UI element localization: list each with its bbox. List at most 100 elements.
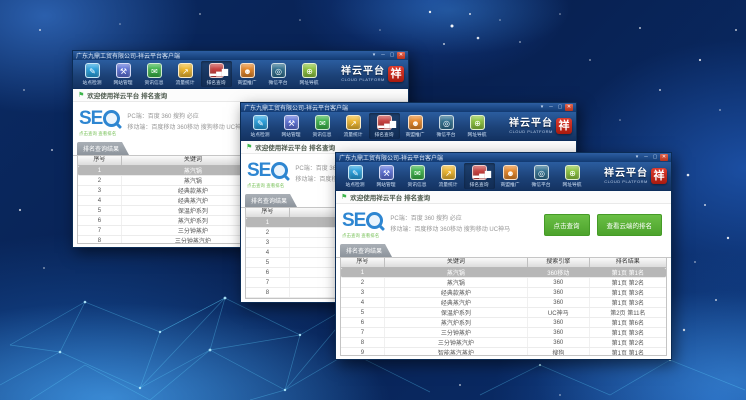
tab-rank-results[interactable]: 排名查询结果 [245,194,297,207]
seo-tagline: 点击查询 查看排名 [247,183,288,189]
brand-seal-icon: 祥 [556,118,572,134]
toolbar-button-label: 资讯信息 [313,131,332,138]
toolbar-button-label: 流量统计 [344,131,363,138]
table-row[interactable]: 7三分钟蒸炉360第1页 第3名 [341,328,666,338]
window-titlebar[interactable]: 广东九鼎工贸有限公司-祥云平台客户端 ▾ ─ ▢ ✕ [73,51,408,60]
toolbar-button[interactable]: ↗ 流量统计 [170,61,201,87]
toolbar-button[interactable]: ✉ 资讯信息 [139,61,170,87]
pc-engines-line: PC端：百度 360 搜狗 必应 [390,214,510,225]
toolbar-button[interactable]: ✎ 站点检测 [77,61,108,87]
minimize-button[interactable]: ─ [642,154,650,161]
wechat-platform-icon: ◎ [271,63,286,78]
result-cell: 第1页 第2名 [590,338,666,347]
tab-rank-results[interactable]: 排名查询结果 [340,244,392,257]
window-titlebar[interactable]: 广东九鼎工贸有限公司-祥云平台客户端 ▾ ─ ▢ ✕ [336,153,671,162]
toolbar-button-label: 网站管理 [282,131,301,138]
toolbar-button-label: 网址导航 [300,79,319,86]
brand-subtitle: CLOUD PLATFORM [341,77,385,82]
pin-button[interactable]: ▾ [538,104,546,111]
result-cell: 第1页 第3名 [590,328,666,337]
tab-rank-results[interactable]: 排名查询结果 [77,142,129,155]
query-button[interactable]: 点击查询 [544,214,590,236]
news-info-icon: ✉ [410,165,425,180]
maximize-button[interactable]: ▢ [388,52,396,59]
row-number-cell: 3 [341,288,385,297]
toolbar-button[interactable]: ✉ 资讯信息 [307,113,338,139]
toolbar-button[interactable]: ◎ 微信平台 [263,61,294,87]
row-number-cell: 3 [246,238,290,247]
toolbar-items: ✎ 站点检测 ⚒ 网站管理 ✉ 资讯信息 ↗ 流量统计 ▂▄▆ 排名查询 ☻ 商… [340,163,588,189]
toolbar-button[interactable]: ⚒ 网站管理 [276,113,307,139]
cloud-rank-button[interactable]: 查看云端的排名 [597,214,663,236]
maximize-button[interactable]: ▢ [651,154,659,161]
close-button[interactable]: ✕ [660,154,668,161]
table-row[interactable]: 6蒸汽炉系列360第1页 第6名 [341,318,666,328]
column-header: 搜索引擎 [528,258,590,267]
promotion-icon: ☻ [408,115,423,130]
toolbar-button[interactable]: ✎ 站点检测 [245,113,276,139]
window-controls: ▾ ─ ▢ ✕ [369,52,405,59]
engine-cell: 360 [528,328,590,337]
traffic-stats-icon: ↗ [346,115,361,130]
close-button[interactable]: ✕ [397,52,405,59]
toolbar-button[interactable]: ✎ 站点检测 [340,163,371,189]
engine-cell: 360移动 [528,268,590,277]
table-row[interactable]: 2蒸汽锅360第1页 第2名 [341,278,666,288]
engine-list: PC端：百度 360 搜狗 必应 移动端：百度移动 360移动 搜狗移动 UC神… [127,112,247,134]
table-row[interactable]: 3经典款蒸炉360第1页 第3名 [341,288,666,298]
toolbar-button[interactable]: ⊕ 网址导航 [557,163,588,189]
site-check-icon: ✎ [85,63,100,78]
rank-query-icon: ▂▄▆ [377,115,392,130]
toolbar-button[interactable]: ☻ 商盟推广 [232,61,263,87]
toolbar-button[interactable]: ☻ 商盟推广 [495,163,526,189]
url-nav-icon: ⊕ [565,165,580,180]
table-row[interactable]: 4经典蒸汽炉360第1页 第3名 [341,298,666,308]
pin-button[interactable]: ▾ [370,52,378,59]
window-titlebar[interactable]: 广东九鼎工贸有限公司-祥云平台客户端 ▾ ─ ▢ ✕ [241,103,576,112]
toolbar-button[interactable]: ⊕ 网址导航 [462,113,493,139]
toolbar-button-label: 站点检测 [251,131,270,138]
pin-button[interactable]: ▾ [633,154,641,161]
toolbar-button[interactable]: ◎ 微信平台 [431,113,462,139]
toolbar-button[interactable]: ▂▄▆ 排名查询 [464,163,495,189]
engine-cell: UC神马 [528,308,590,317]
toolbar-button-label: 网站管理 [114,79,133,86]
keyword-cell: 蒸汽锅 [385,278,528,287]
result-cell: 第1页 第3名 [590,298,666,307]
toolbar-button-label: 站点检测 [346,181,365,188]
minimize-button[interactable]: ─ [379,52,387,59]
maximize-button[interactable]: ▢ [556,104,564,111]
magnifier-icon [103,110,120,127]
toolbar-button[interactable]: ▂▄▆ 排名查询 [369,113,400,139]
toolbar-button[interactable]: ⊕ 网址导航 [294,61,325,87]
promotion-icon: ☻ [240,63,255,78]
magnifier-icon [271,162,288,179]
main-toolbar: ✎ 站点检测 ⚒ 网站管理 ✉ 资讯信息 ↗ 流量统计 ▂▄▆ 排名查询 ☻ 商… [73,60,408,88]
row-number-cell: 2 [246,228,290,237]
seo-logo: SE 点击查询 查看排名 [247,162,288,189]
table-row[interactable]: 1蒸汽锅360移动第1页 第1名 [341,268,666,278]
promotion-icon: ☻ [503,165,518,180]
seo-logo: SE 点击查询 查看排名 [342,212,383,239]
toolbar-button[interactable]: ↗ 流量统计 [338,113,369,139]
toolbar-button[interactable]: ✉ 资讯信息 [402,163,433,189]
toolbar-button[interactable]: ◎ 微信平台 [526,163,557,189]
toolbar-button-label: 商盟推广 [238,79,257,86]
table-row[interactable]: 8三分钟蒸汽炉360第1页 第2名 [341,338,666,348]
minimize-button[interactable]: ─ [547,104,555,111]
toolbar-button[interactable]: ⚒ 网站管理 [371,163,402,189]
table-row[interactable]: 9智能蒸汽蒸炉搜狗第1页 第1名 [341,348,666,356]
window-title: 广东九鼎工贸有限公司-祥云平台客户端 [244,103,537,112]
brand-seal-icon: 祥 [651,168,667,184]
toolbar-button[interactable]: ☻ 商盟推广 [400,113,431,139]
seo-wordmark: SE [342,212,383,230]
toolbar-button[interactable]: ↗ 流量统计 [433,163,464,189]
seo-wordmark: SE [247,162,288,180]
close-button[interactable]: ✕ [565,104,573,111]
toolbar-button[interactable]: ▂▄▆ 排名查询 [201,61,232,87]
brand-name: 祥云平台 [604,169,648,179]
news-info-icon: ✉ [315,115,330,130]
table-row[interactable]: 5保温炉系列UC神马第2页 第11名 [341,308,666,318]
toolbar-button[interactable]: ⚒ 网站管理 [108,61,139,87]
column-header: 序号 [78,156,122,165]
